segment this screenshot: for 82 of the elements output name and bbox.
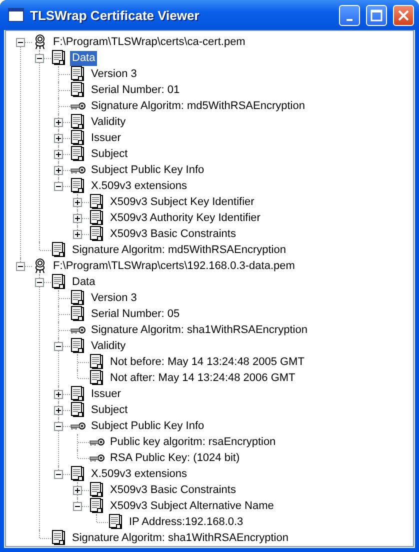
collapse-toggle[interactable] bbox=[54, 342, 63, 350]
document-icon bbox=[89, 194, 105, 210]
tree-item[interactable]: X509v3 Basic Constraints bbox=[108, 226, 238, 242]
document-icon bbox=[70, 386, 86, 402]
tree-item[interactable]: X.509v3 extensions bbox=[89, 466, 190, 482]
document-icon bbox=[70, 66, 86, 82]
document-icon bbox=[70, 146, 86, 162]
document-icon bbox=[89, 226, 105, 242]
tree-item[interactable]: Validity bbox=[89, 114, 128, 130]
expand-toggle[interactable] bbox=[54, 150, 63, 158]
document-icon bbox=[70, 178, 86, 194]
document-icon bbox=[70, 290, 86, 306]
document-icon bbox=[70, 114, 86, 130]
expand-toggle[interactable] bbox=[54, 118, 63, 126]
document-icon bbox=[89, 370, 105, 386]
collapse-toggle[interactable] bbox=[54, 182, 63, 190]
document-icon bbox=[70, 306, 86, 322]
tree-item[interactable]: Issuer bbox=[89, 130, 123, 146]
window-icon bbox=[8, 8, 24, 22]
tree-item[interactable]: Signature Algoritm: sha1WithRSAEncryption bbox=[89, 322, 310, 338]
tree-item[interactable]: F:\Program\TLSWrap\certs\192.168.0.3-data.pem bbox=[51, 258, 297, 274]
document-icon bbox=[70, 338, 86, 354]
collapse-toggle[interactable] bbox=[16, 262, 25, 270]
tree-item[interactable]: Not before: May 14 13:24:48 2005 GMT bbox=[108, 354, 306, 370]
document-icon bbox=[51, 50, 67, 66]
tree-item[interactable]: X509v3 Authority Key Identifier bbox=[108, 210, 262, 226]
tree-item[interactable]: Validity bbox=[89, 338, 128, 354]
document-icon bbox=[89, 498, 105, 514]
document-icon bbox=[89, 354, 105, 370]
document-icon bbox=[89, 210, 105, 226]
document-icon bbox=[51, 274, 67, 290]
expand-toggle[interactable] bbox=[54, 406, 63, 414]
expand-toggle[interactable] bbox=[73, 214, 82, 222]
tree-item[interactable]: Public key algoritm: rsaEncryption bbox=[108, 434, 278, 450]
close-icon bbox=[397, 8, 410, 22]
tree-item[interactable]: Version 3 bbox=[89, 290, 139, 306]
expand-toggle[interactable] bbox=[73, 486, 82, 494]
expand-toggle[interactable] bbox=[54, 134, 63, 142]
tree-item[interactable]: X.509v3 extensions bbox=[89, 178, 190, 194]
collapse-toggle[interactable] bbox=[54, 422, 63, 430]
tree-item[interactable]: X509v3 Basic Constraints bbox=[108, 482, 238, 498]
window-title: TLSWrap Certificate Viewer bbox=[30, 8, 200, 22]
document-icon bbox=[70, 466, 86, 482]
maximize-button[interactable] bbox=[366, 4, 387, 26]
expand-toggle[interactable] bbox=[73, 198, 82, 206]
document-icon bbox=[70, 130, 86, 146]
tree-item[interactable]: Subject Public Key Info bbox=[89, 162, 206, 178]
minimize-icon bbox=[346, 18, 353, 20]
tree-item[interactable]: Subject bbox=[89, 146, 130, 162]
close-button[interactable] bbox=[393, 4, 414, 26]
tree-item[interactable]: Issuer bbox=[89, 386, 123, 402]
document-icon bbox=[70, 402, 86, 418]
tree-item[interactable]: Version 3 bbox=[89, 66, 139, 82]
tree-item[interactable]: X509v3 Subject Alternative Name bbox=[108, 498, 276, 514]
tree-item[interactable]: Subject bbox=[89, 402, 130, 418]
tree-item[interactable]: Subject Public Key Info bbox=[89, 418, 206, 434]
document-icon bbox=[51, 242, 67, 258]
tree-item[interactable]: Data bbox=[70, 50, 98, 66]
tree-item[interactable]: IP Address:192.168.0.3 bbox=[127, 514, 246, 530]
collapse-toggle[interactable] bbox=[35, 278, 44, 286]
maximize-icon bbox=[370, 8, 383, 22]
tree-item[interactable]: Signature Algoritm: sha1WithRSAEncryption bbox=[70, 530, 290, 546]
tree-item[interactable]: Serial Number: 01 bbox=[89, 82, 182, 98]
tree-item[interactable]: Signature Algoritm: md5WithRSAEncryption bbox=[89, 98, 307, 114]
collapse-toggle[interactable] bbox=[73, 502, 82, 510]
tree-item[interactable]: Data bbox=[70, 274, 98, 290]
tree-item[interactable]: Not after: May 14 13:24:48 2006 GMT bbox=[108, 370, 298, 386]
collapse-toggle[interactable] bbox=[35, 54, 44, 62]
tree-item[interactable]: F:\Program\TLSWrap\certs\ca-cert.pem bbox=[51, 34, 248, 50]
tree-item[interactable]: RSA Public Key: (1024 bit) bbox=[108, 450, 242, 466]
tree-item[interactable]: Signature Algoritm: md5WithRSAEncryption bbox=[70, 242, 288, 258]
document-icon bbox=[70, 82, 86, 98]
tree-item[interactable]: X509v3 Subject Key Identifier bbox=[108, 194, 256, 210]
expand-toggle[interactable] bbox=[54, 166, 63, 174]
document-icon bbox=[108, 514, 124, 530]
collapse-toggle[interactable] bbox=[16, 38, 25, 46]
document-icon bbox=[89, 482, 105, 498]
minimize-button[interactable] bbox=[339, 4, 360, 26]
tree-item[interactable]: Serial Number: 05 bbox=[89, 306, 182, 322]
collapse-toggle[interactable] bbox=[54, 470, 63, 478]
expand-toggle[interactable] bbox=[73, 230, 82, 238]
expand-toggle[interactable] bbox=[54, 390, 63, 398]
